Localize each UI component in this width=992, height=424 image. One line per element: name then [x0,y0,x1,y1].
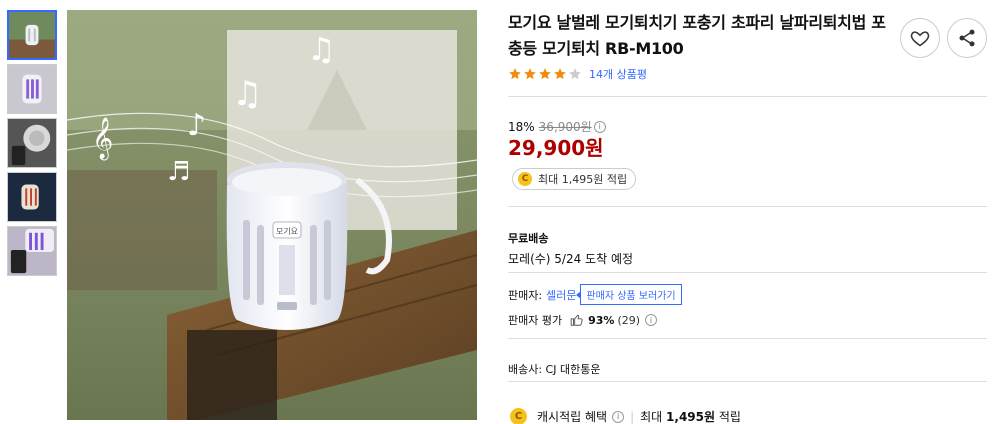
divider [508,381,987,382]
seller-label: 판매자: [508,288,543,302]
seller-rating-label: 판매자 평가 [508,314,563,327]
lantern-logo-text: 모기요 [276,227,298,236]
cash-benefit-row: C 캐시적립 혜택 i | 최대 1,495원 적립 [510,408,741,424]
svg-text:♫: ♫ [232,74,262,114]
product-rating[interactable]: 14개 상품평 [508,66,988,82]
divider [508,96,987,97]
seller-name-link[interactable]: 셀러문 [546,287,576,303]
info-icon[interactable]: i [645,314,658,326]
seller-rating-count: (29) [617,313,641,327]
svg-text:♬: ♬ [167,157,190,187]
shipping-title: 무료배송 [508,232,549,245]
info-icon[interactable]: i [593,120,606,133]
review-count-link[interactable]: 14개 상품평 [589,66,647,82]
separator: | [630,409,635,424]
thumb-lantern-with-phone[interactable] [7,226,57,276]
thumbs-up-icon [570,314,583,326]
main-product-image[interactable]: 𝄞 ♫ ♪ ♫ ♬ 모기요 [67,10,477,420]
star-filled-icon [539,68,551,80]
product-title: 모기요 날벌레 모기퇴치기 포충기 초파리 날파리퇴치법 포충등 모기퇴치 RB… [508,13,886,58]
star-empty-icon [569,68,581,80]
coin-icon: C [510,408,527,424]
coin-icon: C [518,172,532,186]
star-filled-icon [554,68,566,80]
product-info-panel: 모기요 날벌레 모기퇴치기 포충기 초파리 날파리퇴치법 포충등 모기퇴치 RB… [508,10,988,424]
thumb-lantern-top-phone[interactable] [7,118,57,168]
wishlist-button[interactable] [900,18,940,58]
sale-price: 29,900원 [508,136,604,160]
benefit-amount-value: 1,495원 [666,410,716,424]
svg-text:𝄞: 𝄞 [92,117,113,160]
benefit-label: 캐시적립 혜택 [537,410,608,424]
star-filled-icon [524,68,536,80]
thumb-lantern-night[interactable] [7,172,57,222]
seller-row: 판매자: 셀러문 판매자 상품 보러가기 [508,284,682,305]
seller-rating-row: 판매자 평가 93% (29) i [508,312,658,328]
thumb-lantern-uv-light[interactable] [7,64,57,114]
svg-text:♪: ♪ [187,108,206,143]
divider [508,206,987,207]
star-filled-icon [509,68,521,80]
thumb-lantern-outdoor[interactable] [7,10,57,60]
cash-reward-text: 최대 1,495원 적립 [538,173,628,186]
share-icon [959,29,975,47]
divider [508,338,987,339]
delivery-eta: 모레(수) 5/24 도착 예정 [508,252,634,266]
share-button[interactable] [947,18,987,58]
benefit-amount-prefix: 최대 [640,410,663,424]
benefit-amount-suffix: 적립 [718,410,741,424]
rating-stars [508,67,583,81]
seller-products-tooltip[interactable]: 판매자 상품 보러가기 [576,284,682,305]
svg-text:♫: ♫ [307,30,336,68]
thumbnail-list [7,10,57,280]
info-icon[interactable]: i [612,410,625,423]
divider [508,272,987,273]
heart-icon [910,31,930,47]
cash-reward-badge[interactable]: C 최대 1,495원 적립 [512,168,637,190]
benefit-amount: 최대 1,495원 적립 [640,408,741,424]
carrier-text: 배송사: CJ 대한통운 [508,363,601,376]
seller-rating-percent: 93% [588,313,615,327]
